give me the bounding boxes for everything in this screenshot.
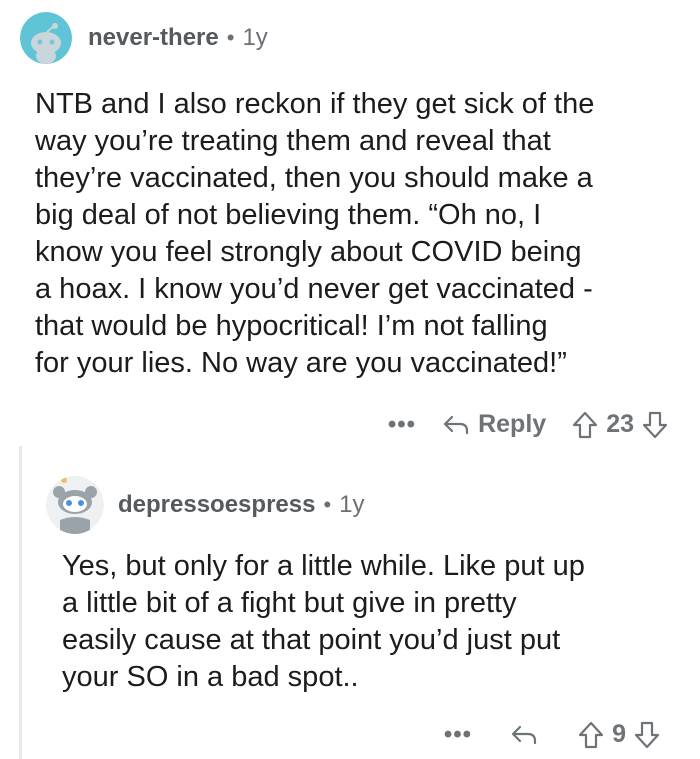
- comment-header: never-there • 1y: [20, 12, 268, 64]
- user-avatar[interactable]: [46, 476, 104, 534]
- comment-body: NTB and I also reckon if they get sick o…: [35, 86, 685, 382]
- comment-never-there: never-there • 1y NTB and I also reckon i…: [0, 0, 700, 446]
- comment-body-line: easily cause at that point you’d just pu…: [62, 624, 561, 656]
- comment-age: 1y: [339, 491, 365, 518]
- comment-username[interactable]: never-there: [88, 24, 219, 52]
- comment-body-line: for your lies. No way are you vaccinated…: [35, 347, 567, 379]
- comment-body-line: Yes, but only for a little while. Like p…: [62, 550, 585, 582]
- comment-body-line: NTB and I also reckon if they get sick o…: [35, 88, 595, 120]
- user-avatar[interactable]: [20, 12, 72, 64]
- comment-age: 1y: [242, 24, 268, 51]
- comment-body-line: that would be hypocritical! I’m not fall…: [35, 310, 548, 342]
- comment-body-line: big deal of not believing them. “Oh no, …: [35, 199, 542, 231]
- comment-header: depressoespress • 1y: [46, 476, 365, 534]
- snoo-avatar-icon: [20, 12, 72, 64]
- vote-score: 23: [606, 410, 634, 438]
- downvote-arrow-icon[interactable]: [634, 721, 660, 749]
- comment-body: Yes, but only for a little while. Like p…: [62, 548, 682, 696]
- reply-arrow-icon: [443, 415, 469, 434]
- reply-button[interactable]: [510, 724, 546, 746]
- meta-separator: •: [323, 492, 332, 517]
- comment-body-line: way you’re treating them and reveal that: [35, 125, 551, 157]
- reply-label: Reply: [478, 410, 547, 438]
- more-options-button[interactable]: •••: [388, 411, 416, 439]
- downvote-arrow-icon[interactable]: [642, 411, 668, 439]
- comment-username[interactable]: depressoespress: [118, 491, 315, 519]
- reply-button[interactable]: Reply: [442, 410, 546, 439]
- reply-arrow-icon: [511, 725, 537, 744]
- vote-controls: 9: [578, 720, 660, 749]
- comment-body-line: your SO in a bad spot..: [62, 661, 359, 693]
- comment-actions: ••• Reply 23: [388, 410, 668, 439]
- comment-body-line: they’re vaccinated, then you should make…: [35, 162, 593, 194]
- meta-separator: •: [226, 25, 235, 50]
- snoo-avatar-icon: [46, 476, 104, 534]
- comment-depressoespress: depressoespress • 1y Yes, but only for a…: [0, 446, 700, 759]
- vote-score: 9: [612, 720, 626, 748]
- comment-body-line: a little bit of a fight but give in pret…: [62, 587, 517, 619]
- upvote-arrow-icon[interactable]: [578, 721, 604, 749]
- vote-controls: 23: [572, 410, 668, 439]
- comment-body-line: a hoax. I know you’d never get vaccinate…: [35, 273, 593, 305]
- more-options-button[interactable]: •••: [444, 721, 472, 749]
- upvote-arrow-icon[interactable]: [572, 411, 598, 439]
- comment-body-line: know you feel strongly about COVID being: [35, 236, 582, 268]
- comment-actions: ••• 9: [444, 720, 660, 749]
